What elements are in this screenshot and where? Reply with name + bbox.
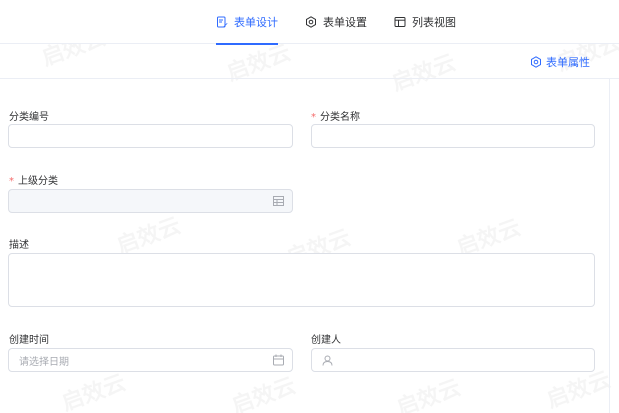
date-placeholder: 请选择日期 xyxy=(19,356,69,368)
created-time-date-picker[interactable]: 请选择日期 xyxy=(8,348,293,372)
category-name-input[interactable] xyxy=(311,124,595,148)
category-code-input[interactable] xyxy=(8,124,293,148)
watermark: 启效云 xyxy=(227,368,300,413)
table-icon xyxy=(394,16,412,28)
tab-form-design[interactable]: 表单设计 xyxy=(216,0,278,45)
gear-icon xyxy=(305,16,323,28)
form-edit-icon xyxy=(216,16,234,28)
form-properties-bar: 表单属性 xyxy=(0,44,619,79)
description-textarea[interactable] xyxy=(8,253,595,307)
tab-label: 表单设置 xyxy=(323,16,367,29)
field-label-created-time: 创建时间 xyxy=(9,335,49,346)
tab-label: 列表视图 xyxy=(412,16,456,29)
parent-category-select[interactable] xyxy=(8,189,293,213)
field-label-category-name: * 分类名称 xyxy=(311,112,360,123)
creator-input[interactable] xyxy=(311,348,595,372)
watermark: 启效云 xyxy=(392,370,465,413)
scrollbar-track[interactable] xyxy=(609,79,610,413)
user-icon xyxy=(322,355,333,366)
form-properties-label: 表单属性 xyxy=(546,56,590,69)
field-label-creator: 创建人 xyxy=(311,335,341,346)
form-properties-button[interactable]: 表单属性 xyxy=(530,54,590,70)
tab-list-view[interactable]: 列表视图 xyxy=(394,0,456,44)
tab-form-settings[interactable]: 表单设置 xyxy=(305,0,367,44)
tab-label: 表单设计 xyxy=(234,16,278,29)
calendar-icon[interactable] xyxy=(273,354,284,366)
designer-tab-bar: 表单设计 表单设置 列表视图 xyxy=(0,0,619,45)
field-label-description: 描述 xyxy=(9,240,29,251)
table-select-icon[interactable] xyxy=(273,196,284,206)
gear-icon xyxy=(530,56,546,68)
field-label-parent-category: * 上级分类 xyxy=(9,176,58,187)
field-label-category-code: 分类编号 xyxy=(9,112,49,123)
required-mark: * xyxy=(311,112,316,123)
required-mark: * xyxy=(9,176,14,187)
